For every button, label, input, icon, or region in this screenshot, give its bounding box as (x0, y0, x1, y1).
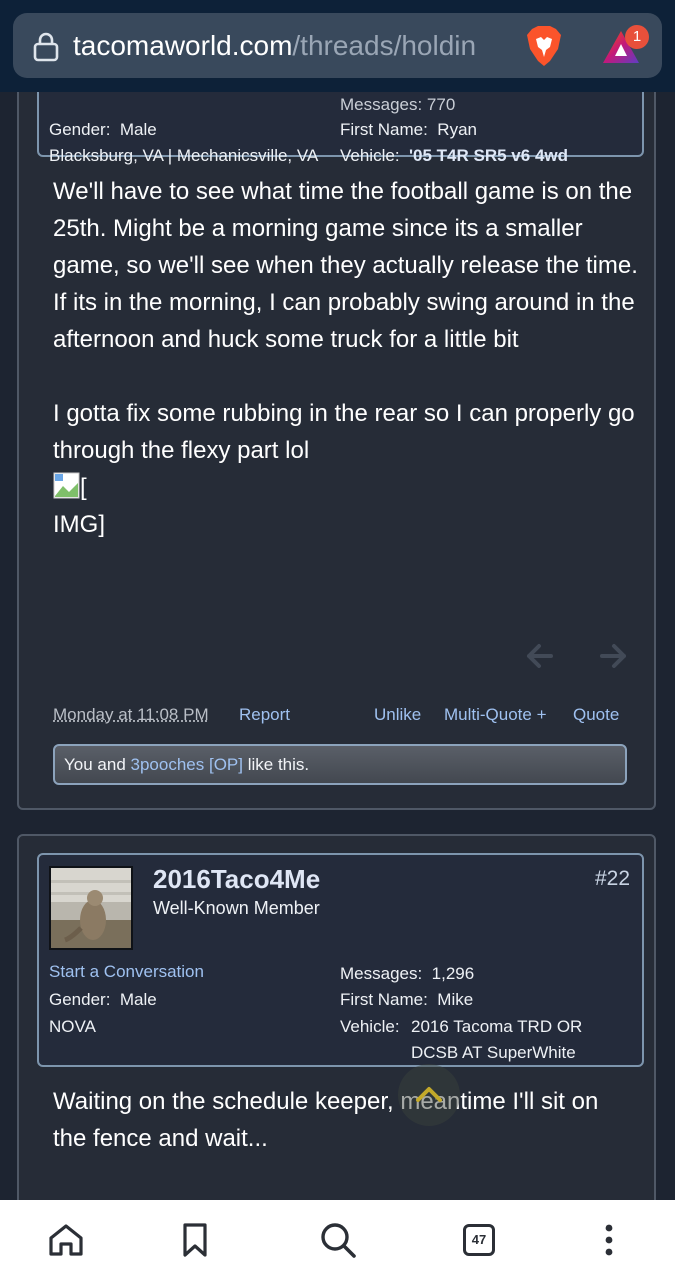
vehicle-value-line2: DCSB AT SuperWhite (411, 1043, 576, 1062)
user-rank: Well-Known Member (153, 898, 320, 918)
likes-user-link[interactable]: 3pooches [OP] (131, 755, 243, 774)
first-name-label: First Name: (340, 120, 428, 139)
bookmark-icon[interactable] (175, 1220, 215, 1260)
search-icon[interactable] (318, 1220, 358, 1260)
url-text[interactable]: tacomaworld.com/threads/holdin (73, 29, 519, 63)
messages-row: Messages: 1,296 (340, 963, 474, 985)
broken-image[interactable]: [ (53, 469, 638, 506)
avatar[interactable] (49, 866, 133, 950)
unlike-link[interactable]: Unlike (374, 704, 421, 726)
post-paragraph: We'll have to see what time the football… (53, 178, 638, 353)
arrow-left-icon[interactable] (524, 642, 554, 670)
brave-lion-icon[interactable] (524, 25, 564, 67)
multiquote-link[interactable]: Multi-Quote + (444, 704, 547, 726)
image-alt-text: IMG] (53, 511, 105, 538)
start-conversation-link[interactable]: Start a Conversation (49, 961, 204, 983)
report-link[interactable]: Report (239, 704, 290, 726)
vehicle-value: '05 T4R SR5 v6 4wd (409, 146, 569, 165)
vehicle-label: Vehicle: (340, 1017, 400, 1036)
more-vert-icon[interactable] (589, 1220, 629, 1260)
quote-link[interactable]: Quote (573, 704, 619, 726)
username-link[interactable]: 2016Taco4Me (153, 863, 320, 895)
first-name-label: First Name: (340, 990, 428, 1009)
post-body: Waiting on the schedule keeper, meantime… (53, 1088, 599, 1152)
vehicle-label: Vehicle: (340, 146, 400, 165)
browser-toolbar: tacomaworld.com/threads/holdin 1 (0, 0, 675, 92)
messages-label: Messages: (340, 964, 423, 983)
location: Blacksburg, VA | Mechanicsville, VA (49, 146, 319, 165)
gender-label: Gender: (49, 990, 111, 1009)
first-name-row: First Name: Ryan (340, 119, 477, 141)
arrow-right-icon[interactable] (599, 642, 629, 670)
messages-value: 1,296 (431, 964, 475, 983)
broken-image-icon (53, 472, 80, 499)
post-number-link[interactable]: #22 (595, 866, 630, 892)
address-bar[interactable]: tacomaworld.com/threads/holdin (13, 13, 662, 78)
post-timestamp[interactable]: Monday at 11:08 PM (53, 704, 209, 726)
lock-icon[interactable] (33, 32, 59, 62)
gender-value: Male (119, 990, 157, 1009)
scroll-to-top-button[interactable] (398, 1064, 460, 1126)
home-icon[interactable] (46, 1220, 86, 1260)
url-path: /threads/holdin (292, 30, 477, 61)
messages-partial: Messages: 770 (340, 95, 456, 114)
gender-value: Male (119, 120, 157, 139)
avatar-image (51, 868, 131, 948)
post-card: 2016Taco4Me Well-Known Member #22 Start … (17, 834, 656, 1254)
vehicle-row: Vehicle: '05 T4R SR5 v6 4wd (340, 145, 568, 167)
likes-suffix: like this. (247, 755, 310, 774)
url-domain: tacomaworld.com (73, 30, 293, 61)
first-name-row: First Name: Mike (340, 989, 473, 1011)
post-card: Messages: 770 Gender: Male Blacksburg, V… (17, 40, 656, 810)
browser-bottom-nav: 47 (0, 1200, 675, 1279)
tabs-icon[interactable]: 47 (463, 1224, 495, 1256)
user-info-box: 2016Taco4Me Well-Known Member #22 Start … (37, 853, 644, 1067)
likes-summary: You and 3pooches [OP] like this. (53, 744, 627, 785)
post-paragraph: I gotta fix some rubbing in the rear so … (53, 400, 635, 464)
gender-row: Gender: Male (49, 119, 157, 141)
first-name-value: Ryan (437, 120, 477, 139)
location: NOVA (49, 1017, 96, 1036)
first-name-value: Mike (437, 990, 474, 1009)
image-alt-text: [ (80, 474, 87, 501)
likes-prefix: You and (64, 755, 126, 774)
rewards-badge: 1 (625, 25, 649, 49)
gender-label: Gender: (49, 120, 111, 139)
post-body: We'll have to see what time the football… (53, 173, 638, 543)
chevron-up-icon (416, 1087, 442, 1102)
gender-row: Gender: Male (49, 989, 157, 1011)
vehicle-value-line1: 2016 Tacoma TRD OR (411, 1017, 583, 1036)
